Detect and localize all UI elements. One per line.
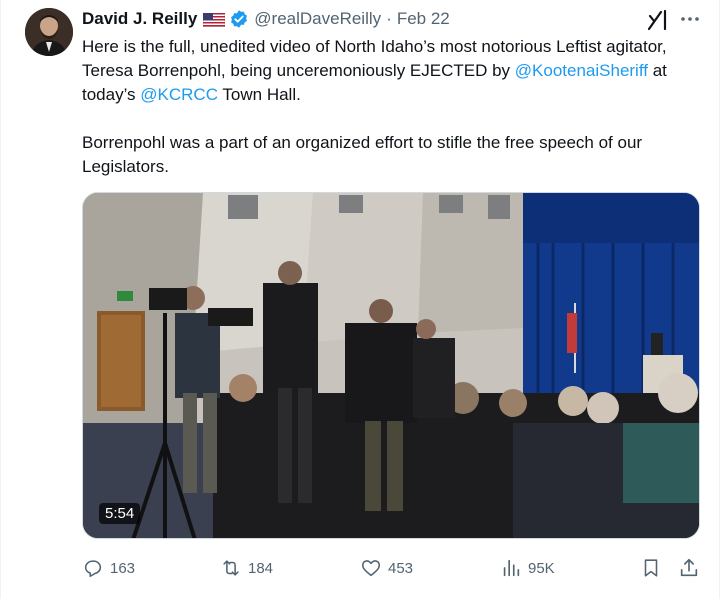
reply-button[interactable]: 163 <box>82 554 135 582</box>
video-player[interactable]: 5:54 <box>82 192 700 539</box>
tweet-text-part: Town Hall. <box>218 85 301 104</box>
bookmark-icon <box>644 559 658 577</box>
video-duration: 5:54 <box>99 503 141 524</box>
tweet-paragraph-1: Here is the full, unedited video of Nort… <box>82 35 702 107</box>
tweet-text: Here is the full, unedited video of Nort… <box>82 35 702 179</box>
grok-icon[interactable] <box>645 8 669 32</box>
avatar[interactable] <box>25 8 73 56</box>
action-bar: 163 184 453 95K <box>82 554 702 582</box>
mention-kcrcc[interactable]: @KCRCC <box>140 85 218 104</box>
like-count: 453 <box>388 559 414 577</box>
bookmark-button[interactable] <box>640 554 668 582</box>
verified-icon[interactable] <box>229 9 249 29</box>
share-button[interactable] <box>678 554 706 582</box>
video-thumbnail <box>83 193 699 538</box>
share-icon <box>680 558 698 577</box>
tweet-paragraph-2: Borrenpohl was a part of an organized ef… <box>82 133 643 176</box>
reply-count: 163 <box>110 559 136 577</box>
repost-button[interactable]: 184 <box>220 554 273 582</box>
mention-kootenai-sheriff[interactable]: @KootenaiSheriff <box>515 61 648 80</box>
separator-dot: · <box>386 9 392 28</box>
more-icon[interactable] <box>679 8 701 30</box>
tweet-card[interactable]: David J. Reilly @realDaveReilly · Feb 22 <box>0 0 720 599</box>
views-button[interactable]: 95K <box>500 554 555 582</box>
view-count: 95K <box>528 559 555 577</box>
repost-icon <box>223 560 239 576</box>
like-icon <box>361 560 381 577</box>
like-button[interactable]: 453 <box>360 554 413 582</box>
reply-icon <box>84 560 102 578</box>
views-icon <box>503 559 520 577</box>
tweet-header: David J. Reilly @realDaveReilly · Feb 22 <box>82 8 450 30</box>
repost-count: 184 <box>248 559 274 577</box>
tweet-date[interactable]: Feb 22 <box>397 9 450 29</box>
us-flag-icon <box>202 12 226 28</box>
display-name[interactable]: David J. Reilly <box>82 9 197 29</box>
author-handle[interactable]: @realDaveReilly <box>254 9 381 29</box>
